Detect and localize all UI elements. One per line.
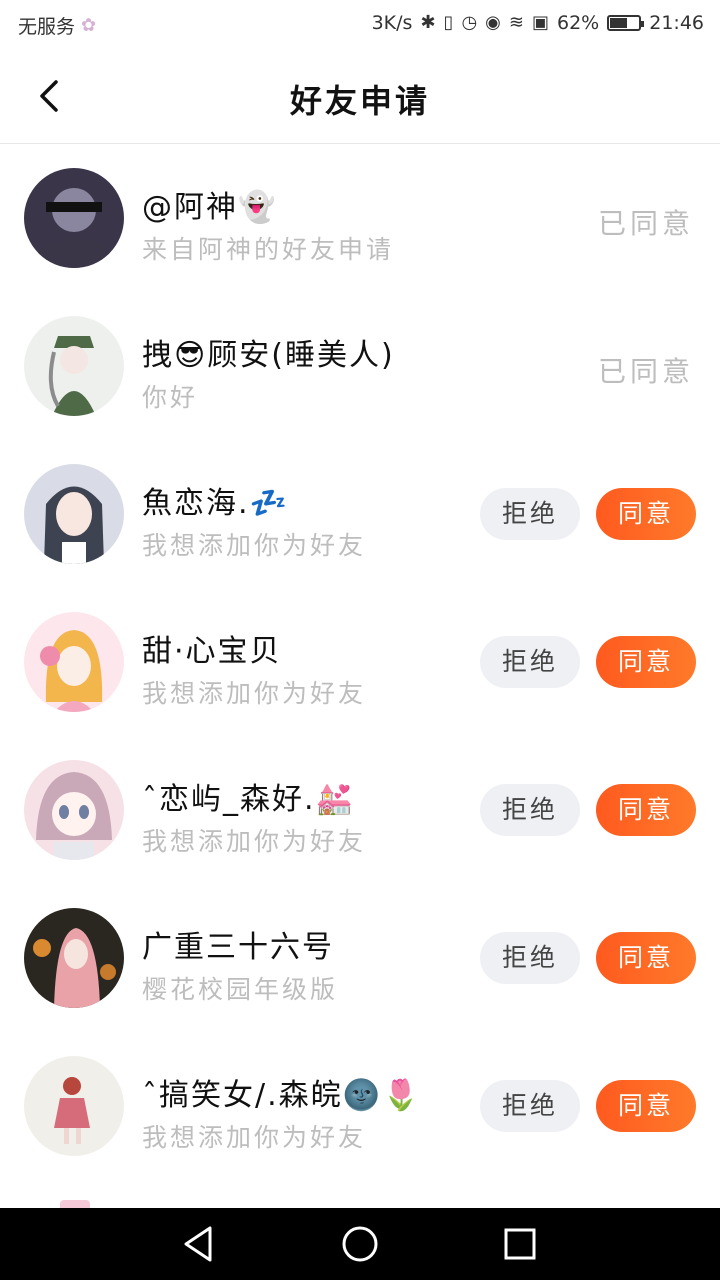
avatar[interactable] xyxy=(24,316,124,416)
nav-recents-icon[interactable] xyxy=(498,1222,542,1266)
agree-button[interactable]: 同意 xyxy=(596,1080,696,1132)
requester-name: ˆ搞笑女/.森皖🌚🌷 xyxy=(142,1078,422,1113)
eye-icon: ◉ xyxy=(485,12,501,33)
reject-button[interactable]: 拒绝 xyxy=(480,1080,580,1132)
status-bar: 无服务 ✿ 3K/s ✱ ▯ ◷ ◉ ≋ ▣ 62% 21:46 xyxy=(0,0,720,50)
avatar[interactable] xyxy=(24,760,124,860)
nav-home-icon[interactable] xyxy=(338,1222,382,1266)
avatar-image xyxy=(24,612,124,712)
requester-name: 魚恋海.💤 xyxy=(142,486,289,521)
carrier-text: 无服务 xyxy=(18,16,76,38)
requester-name: 甜·心宝贝 xyxy=(142,634,282,669)
request-message: 我想添加你为好友 xyxy=(142,1123,367,1152)
agreed-status: 已同意 xyxy=(597,207,694,240)
avatar-image xyxy=(24,464,124,564)
agree-button[interactable]: 同意 xyxy=(596,488,696,540)
avatar-image xyxy=(24,168,124,268)
net-speed: 3K/s xyxy=(371,12,413,34)
request-message: 我想添加你为好友 xyxy=(142,531,367,560)
avatar[interactable] xyxy=(24,168,124,268)
nav-back-icon[interactable] xyxy=(178,1222,222,1266)
request-message: 我想添加你为好友 xyxy=(142,679,367,708)
request-row: 拽😎顾安(睡美人) 你好 已同意 xyxy=(0,292,720,440)
battery-fill xyxy=(610,18,628,28)
notice-icon: ▣ xyxy=(531,12,549,33)
reject-button[interactable]: 拒绝 xyxy=(480,636,580,688)
request-row: ˆ恋屿_森好.💒 我想添加你为好友 拒绝 同意 xyxy=(0,736,720,884)
reject-button[interactable]: 拒绝 xyxy=(480,488,580,540)
avatar-image xyxy=(24,760,124,860)
request-row: @阿神👻 来自阿神的好友申请 已同意 xyxy=(0,144,720,292)
status-right: 3K/s ✱ ▯ ◷ ◉ ≋ ▣ 62% 21:46 xyxy=(372,12,704,34)
avatar-image xyxy=(24,316,124,416)
page-title: 好友申请 xyxy=(289,82,430,120)
request-row: 甜·心宝贝 我想添加你为好友 拒绝 同意 xyxy=(0,588,720,736)
avatar[interactable] xyxy=(24,464,124,564)
next-avatar-peek xyxy=(60,1200,90,1208)
vibrate-icon: ▯ xyxy=(443,12,454,33)
request-message: 我想添加你为好友 xyxy=(142,827,367,856)
battery-percent: 62% xyxy=(557,12,600,34)
avatar[interactable] xyxy=(24,1056,124,1156)
wifi-icon: ≋ xyxy=(508,12,524,33)
agreed-status: 已同意 xyxy=(597,355,694,388)
avatar-image xyxy=(24,908,124,1008)
avatar-image xyxy=(24,1056,124,1156)
request-row: 魚恋海.💤 我想添加你为好友 拒绝 同意 xyxy=(0,440,720,588)
request-row: ˆ搞笑女/.森皖🌚🌷 我想添加你为好友 拒绝 同意 xyxy=(0,1032,720,1180)
request-message: 来自阿神的好友申请 xyxy=(142,235,395,264)
avatar[interactable] xyxy=(24,908,124,1008)
request-message: 你好 xyxy=(142,383,199,412)
top-bar: 好友申请 xyxy=(0,50,720,144)
reject-button[interactable]: 拒绝 xyxy=(480,932,580,984)
reject-button[interactable]: 拒绝 xyxy=(480,784,580,836)
clock: 21:46 xyxy=(649,12,704,34)
requester-name: 广重三十六号 xyxy=(142,930,334,965)
requester-name: @阿神👻 xyxy=(142,190,278,225)
agree-button[interactable]: 同意 xyxy=(596,784,696,836)
battery-icon xyxy=(607,15,645,31)
system-nav-bar xyxy=(0,1208,720,1280)
request-row: 广重三十六号 樱花校园年级版 拒绝 同意 xyxy=(0,884,720,1032)
agree-button[interactable]: 同意 xyxy=(596,932,696,984)
notification-icon: ✿ xyxy=(81,14,97,36)
requester-name: ˆ恋屿_森好.💒 xyxy=(142,782,355,817)
status-left: 无服务 ✿ xyxy=(18,12,96,39)
request-message: 樱花校园年级版 xyxy=(142,975,339,1004)
alarm-icon: ◷ xyxy=(461,12,478,33)
requester-name: 拽😎顾安(睡美人) xyxy=(142,338,395,373)
bluetooth-icon: ✱ xyxy=(420,12,436,33)
agree-button[interactable]: 同意 xyxy=(596,636,696,688)
avatar[interactable] xyxy=(24,612,124,712)
